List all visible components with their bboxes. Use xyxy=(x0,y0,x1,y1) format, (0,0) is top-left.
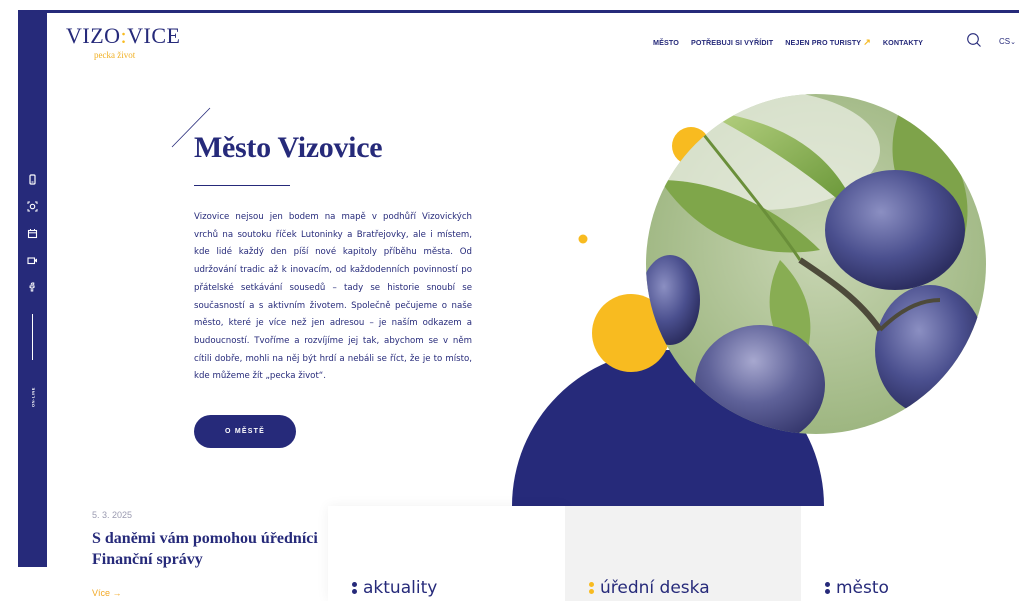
news-more-link[interactable]: Více → xyxy=(92,588,122,598)
logo-tagline: pecka život xyxy=(94,50,136,60)
video-icon[interactable] xyxy=(27,255,38,266)
logo-text-left: VIZO xyxy=(66,23,121,48)
sidebar: ON-LINE xyxy=(18,10,47,567)
top-border xyxy=(18,10,1019,13)
external-arrow-icon: ↗ xyxy=(863,36,871,47)
dots-icon xyxy=(352,581,357,595)
news-date: 5. 3. 2025 xyxy=(92,510,133,520)
panel-aktuality[interactable]: aktuality xyxy=(328,506,565,601)
chevron-down-icon: ⌄ xyxy=(1010,39,1016,46)
nav-item-kontakty[interactable]: KONTAKTY xyxy=(883,38,923,47)
nav-item-turisty-label: NEJEN PRO TURISTY xyxy=(785,37,862,47)
panel-label: aktuality xyxy=(363,578,438,598)
page-title: Město Vizovice xyxy=(194,131,383,164)
panel-mesto[interactable]: město xyxy=(801,506,1019,601)
site-logo[interactable]: VIZO:VICE pecka život xyxy=(66,23,181,61)
nav-item-turisty[interactable]: NEJEN PRO TURISTY ↗ xyxy=(785,37,871,48)
facebook-icon[interactable] xyxy=(27,281,38,292)
dots-icon xyxy=(825,581,830,595)
dots-icon xyxy=(589,581,594,595)
logo-text-right: VICE xyxy=(127,23,181,48)
o-meste-button[interactable]: O MĚSTĚ xyxy=(194,415,296,448)
search-icon[interactable] xyxy=(966,32,982,48)
title-divider xyxy=(194,185,290,186)
panel-label: město xyxy=(836,578,889,598)
nav-item-potrebuji[interactable]: POTŘEBUJI SI VYŘÍDIT xyxy=(691,38,773,47)
news-title[interactable]: S daněmi vám pomohou úředníci Finanční s… xyxy=(92,528,322,570)
camera-icon[interactable] xyxy=(27,201,38,212)
panel-label: úřední deska xyxy=(600,578,710,598)
sidebar-divider xyxy=(32,314,33,360)
language-label: CS xyxy=(999,37,1011,46)
nav-item-mesto[interactable]: MĚSTO xyxy=(653,38,679,47)
online-link[interactable]: ON-LINE xyxy=(22,382,43,412)
phone-icon[interactable] xyxy=(27,174,38,185)
calendar-icon[interactable] xyxy=(27,228,38,239)
language-select[interactable]: CS⌄ xyxy=(999,37,1016,46)
intro-paragraph: Vizovice nejsou jen bodem na mapě v podh… xyxy=(194,212,472,382)
main-nav: MĚSTO POTŘEBUJI SI VYŘÍDIT NEJEN PRO TUR… xyxy=(653,37,923,47)
panel-uredni-deska[interactable]: úřední deska xyxy=(565,506,801,601)
